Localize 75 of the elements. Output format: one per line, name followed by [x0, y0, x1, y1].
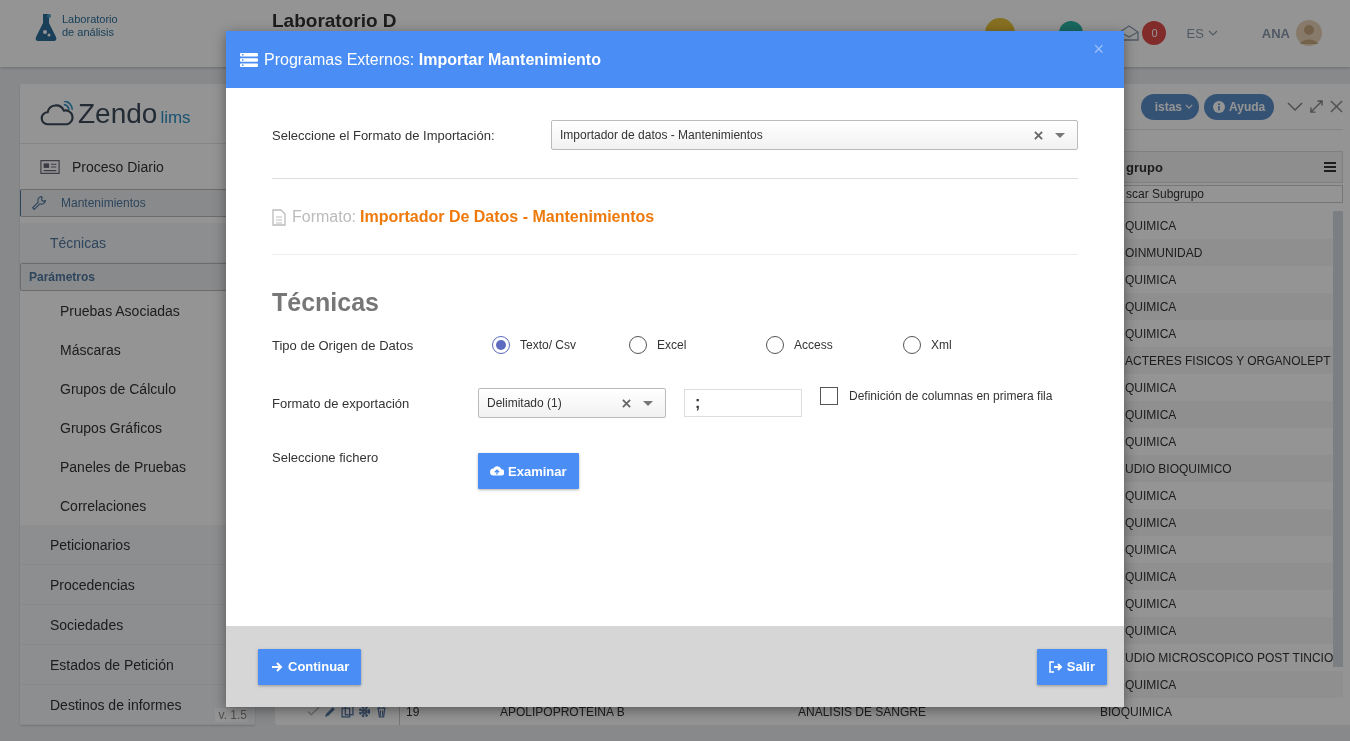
logo-text: Laboratorio — [62, 13, 118, 26]
field-label: Tipo de Origen de Datos — [272, 337, 415, 353]
table-cell-text: QUIMICA — [1124, 623, 1178, 638]
sidebar-item[interactable]: Proceso Diario — [20, 144, 255, 189]
mail-count-badge: 0 — [1142, 21, 1167, 45]
table-cell-text: UDIO MICROSCOPICO POST TINCIO — [1124, 650, 1334, 665]
collapse-icon[interactable] — [1287, 101, 1304, 112]
list-icon — [240, 52, 258, 67]
radio-option[interactable]: Texto/ Csv — [492, 336, 629, 354]
pencil-icon[interactable] — [324, 705, 337, 718]
table-cell-text: BIOQUIMICA — [1099, 704, 1173, 719]
cloud-upload-icon — [490, 465, 504, 477]
table-cell-text: QUIMICA — [1124, 434, 1178, 449]
field-label: Seleccione el Formato de Importación: — [272, 127, 496, 143]
clear-icon[interactable] — [622, 398, 631, 408]
page-title: Laboratorio D — [272, 10, 397, 32]
continue-button[interactable]: Continuar — [258, 648, 362, 685]
chevron-down-icon — [1207, 30, 1218, 36]
trash-icon[interactable] — [375, 705, 388, 718]
scrollbar[interactable] — [1333, 211, 1344, 667]
table-cell-text: QUIMICA — [1124, 299, 1178, 314]
help-button[interactable]: Ayuda — [1204, 93, 1275, 120]
views-button[interactable]: istas — [1140, 93, 1199, 120]
import-format-select[interactable]: Importador de datos - Mantenimientos — [551, 120, 1078, 150]
check-icon[interactable] — [307, 705, 320, 718]
caret-icon[interactable] — [1055, 132, 1065, 138]
table-cell-text: QUIMICA — [1124, 326, 1178, 341]
table-cell-text: 19 — [405, 704, 421, 719]
logo-text: Zendo — [78, 97, 158, 130]
radio-option[interactable]: Access — [766, 336, 903, 354]
table-cell-text: QUIMICA — [1124, 569, 1178, 584]
table-cell-text: QUIMICA — [1124, 380, 1178, 395]
export-format-select[interactable]: Delimitado (1) — [478, 388, 666, 418]
table-cell-text: QUIMICA — [1124, 515, 1178, 530]
field-label: Formato de exportación — [272, 395, 411, 411]
field-label: Seleccione fichero — [272, 450, 380, 465]
format-label: Formato: — [292, 208, 356, 226]
table-cell-text: APOLIPOPROTEINA B — [500, 704, 626, 719]
copy-icon[interactable] — [341, 705, 354, 718]
expand-icon[interactable] — [1310, 100, 1324, 113]
table-cell-text: QUIMICA — [1124, 596, 1178, 611]
radio-option[interactable]: Xml — [903, 336, 1040, 354]
section-title: Técnicas — [272, 287, 380, 317]
table-cell-text: QUIMICA — [1124, 542, 1178, 557]
radio-option[interactable]: Excel — [629, 336, 766, 354]
table-cell-text: QUIMICA — [1124, 407, 1178, 422]
browse-button[interactable]: Examinar — [478, 453, 579, 489]
chevron-down-icon — [1185, 104, 1193, 109]
version-label: v. 1.5 — [214, 708, 247, 722]
table-cell-text: QUIMICA — [1124, 677, 1178, 692]
exit-button[interactable]: Salir — [1036, 648, 1107, 685]
gear-icon[interactable] — [358, 705, 371, 718]
newspaper-icon — [40, 158, 60, 175]
document-icon — [272, 208, 286, 226]
menu-icon[interactable] — [1324, 162, 1337, 172]
delimiter-field[interactable]: ; — [684, 389, 802, 417]
logo-text: de análisis — [62, 26, 115, 39]
format-name: Importador De Datos - Mantenimientos — [360, 208, 655, 226]
dialog-title: Programas Externos: Importar Mantenimiento — [264, 50, 601, 69]
table-cell-text: ANALISIS DE SANGRE — [798, 704, 928, 719]
info-icon — [1213, 100, 1225, 113]
wrench-icon — [29, 195, 49, 211]
close-icon[interactable] — [1330, 100, 1344, 113]
table-cell-text: UDIO BIOQUIMICO — [1124, 461, 1233, 476]
table-cell-text: QUIMICA — [1124, 488, 1178, 503]
table-cell-text: OINMUNIDAD — [1124, 245, 1204, 260]
header-row-checkbox[interactable]: Definición de columnas en primera fila — [820, 387, 1053, 405]
clear-icon[interactable] — [1034, 130, 1043, 140]
exit-icon — [1048, 660, 1063, 673]
table-cell-text: QUIMICA — [1124, 218, 1178, 233]
logo-text: lims — [160, 107, 191, 128]
table-cell-text: ACTERES FISICOS Y ORGANOLEPT — [1124, 353, 1332, 368]
arrow-right-icon — [270, 660, 284, 673]
table-cell-text: QUIMICA — [1124, 272, 1178, 287]
cloud-logo-icon — [40, 100, 74, 127]
